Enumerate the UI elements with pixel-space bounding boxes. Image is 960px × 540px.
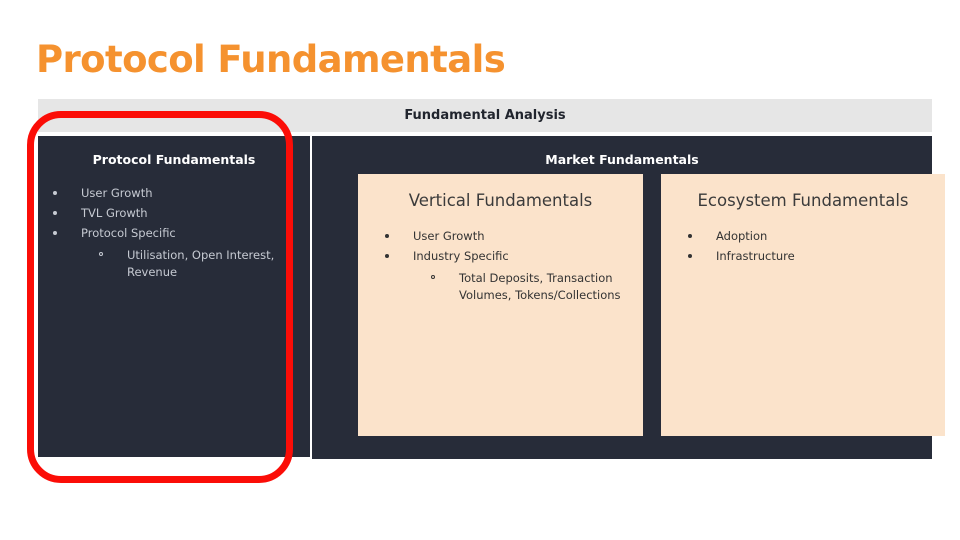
vertical-card-title: Vertical Fundamentals: [408, 191, 593, 210]
diagram-banner: Fundamental Analysis: [38, 99, 932, 132]
protocol-bullet-list: User Growth TVL Growth Protocol Specific…: [52, 187, 296, 288]
vertical-fundamentals-card: Vertical Fundamentals User Growth Indust…: [358, 174, 643, 436]
list-item: User Growth: [384, 230, 634, 243]
list-item: Adoption: [687, 230, 937, 243]
ecosystem-fundamentals-card: Ecosystem Fundamentals Adoption Infrastr…: [661, 174, 945, 436]
ecosystem-bullet-list: Adoption Infrastructure: [687, 230, 937, 270]
protocol-panel-heading: Protocol Fundamentals: [92, 152, 256, 167]
protocol-fundamentals-panel: Protocol Fundamentals User Growth TVL Gr…: [38, 136, 310, 457]
market-fundamentals-panel: Market Fundamentals Vertical Fundamental…: [312, 136, 945, 459]
list-item: Infrastructure: [687, 250, 937, 263]
diagram-body: Protocol Fundamentals User Growth TVL Gr…: [38, 136, 945, 460]
diagram-banner-label: Fundamental Analysis: [404, 108, 566, 123]
page-title: Protocol Fundamentals: [36, 38, 506, 81]
market-panel-heading: Market Fundamentals: [545, 152, 699, 167]
ecosystem-card-title: Ecosystem Fundamentals: [697, 191, 909, 210]
vertical-bullet-list: User Growth Industry Specific Total Depo…: [384, 230, 634, 311]
list-item: User Growth: [52, 187, 296, 200]
list-item: Utilisation, Open Interest, Revenue: [52, 247, 296, 281]
list-item: Industry Specific: [384, 250, 634, 263]
list-item: TVL Growth: [52, 207, 296, 220]
list-item: Protocol Specific: [52, 227, 296, 240]
fundamental-analysis-diagram: Fundamental Analysis Protocol Fundamenta…: [38, 99, 945, 460]
list-item: Total Deposits, Transaction Volumes, Tok…: [384, 270, 634, 304]
